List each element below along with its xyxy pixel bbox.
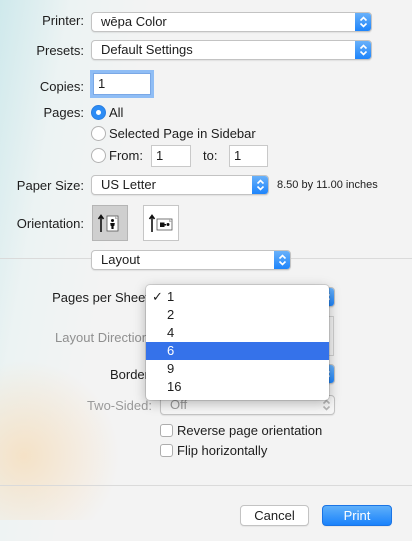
printer-value: wēpa Color — [101, 14, 167, 29]
portrait-orientation-button[interactable] — [92, 205, 128, 241]
reverse-orientation-label: Reverse page orientation — [177, 423, 323, 438]
menu-item-16[interactable]: 16 — [146, 378, 329, 396]
printer-label: Printer: — [42, 13, 84, 28]
flip-horizontally-label: Flip horizontally — [177, 443, 268, 458]
menu-item-2[interactable]: 2 — [146, 306, 329, 324]
menu-item-label: 6 — [167, 343, 175, 358]
section-popup[interactable]: Layout — [91, 250, 291, 270]
presets-value: Default Settings — [101, 42, 193, 57]
copies-field[interactable]: 1 — [93, 73, 151, 95]
reverse-orientation-checkbox[interactable] — [160, 424, 173, 437]
menu-item-label: 4 — [167, 325, 175, 340]
menu-item-9[interactable]: 9 — [146, 360, 329, 378]
pages-per-sheet-menu: ✓ 1 2 4 6 9 16 — [146, 285, 329, 400]
popup-arrows-icon — [355, 13, 371, 31]
section-popup-value: Layout — [101, 252, 141, 267]
menu-item-label: 2 — [167, 307, 175, 322]
menu-item-label: 9 — [167, 361, 175, 376]
paper-size-label: Paper Size: — [16, 178, 84, 193]
pages-from-radio[interactable] — [91, 148, 106, 163]
landscape-orientation-button[interactable] — [143, 205, 179, 241]
border-label: Border — [109, 367, 149, 382]
background-gradient — [0, 360, 120, 520]
presets-popup[interactable]: Default Settings — [91, 40, 372, 60]
menu-item-1[interactable]: ✓ 1 — [146, 288, 329, 306]
pages-selected-label: Selected Page in Sidebar — [109, 126, 256, 141]
two-sided-label: Two-Sided: — [86, 398, 152, 413]
separator — [0, 485, 412, 486]
paper-size-value: US Letter — [101, 177, 156, 192]
popup-arrows-icon — [274, 251, 290, 269]
copies-label: Copies: — [39, 79, 84, 94]
pages-to-label: to: — [203, 148, 218, 163]
landscape-icon — [148, 214, 173, 232]
layout-direction-label: Layout Direction — [55, 330, 149, 345]
pages-to-field[interactable]: 1 — [229, 145, 268, 167]
popup-arrows-icon — [355, 41, 371, 59]
pages-from-label: From: — [109, 148, 143, 163]
print-button[interactable]: Print — [322, 505, 392, 526]
popup-arrows-icon — [252, 176, 268, 194]
flip-horizontally-checkbox[interactable] — [160, 444, 173, 457]
pages-label: Pages: — [43, 105, 84, 120]
menu-item-6[interactable]: 6 — [146, 342, 329, 360]
pages-all-label: All — [109, 105, 124, 120]
pages-all-radio[interactable] — [91, 105, 106, 120]
printer-popup[interactable]: wēpa Color — [91, 12, 372, 32]
menu-item-4[interactable]: 4 — [146, 324, 329, 342]
presets-label: Presets: — [36, 43, 84, 58]
menu-item-label: 1 — [167, 289, 175, 304]
orientation-label: Orientation: — [16, 216, 84, 231]
paper-size-popup[interactable]: US Letter — [91, 175, 269, 195]
pages-selected-radio[interactable] — [91, 126, 106, 141]
menu-item-label: 16 — [167, 379, 182, 394]
paper-dimensions: 8.50 by 11.00 inches — [277, 179, 378, 191]
portrait-icon — [97, 214, 119, 232]
checkmark-icon: ✓ — [152, 289, 163, 304]
pages-from-field[interactable]: 1 — [151, 145, 191, 167]
pages-per-sheet-label: Pages per Sheet — [52, 290, 149, 305]
cancel-button[interactable]: Cancel — [240, 505, 309, 526]
